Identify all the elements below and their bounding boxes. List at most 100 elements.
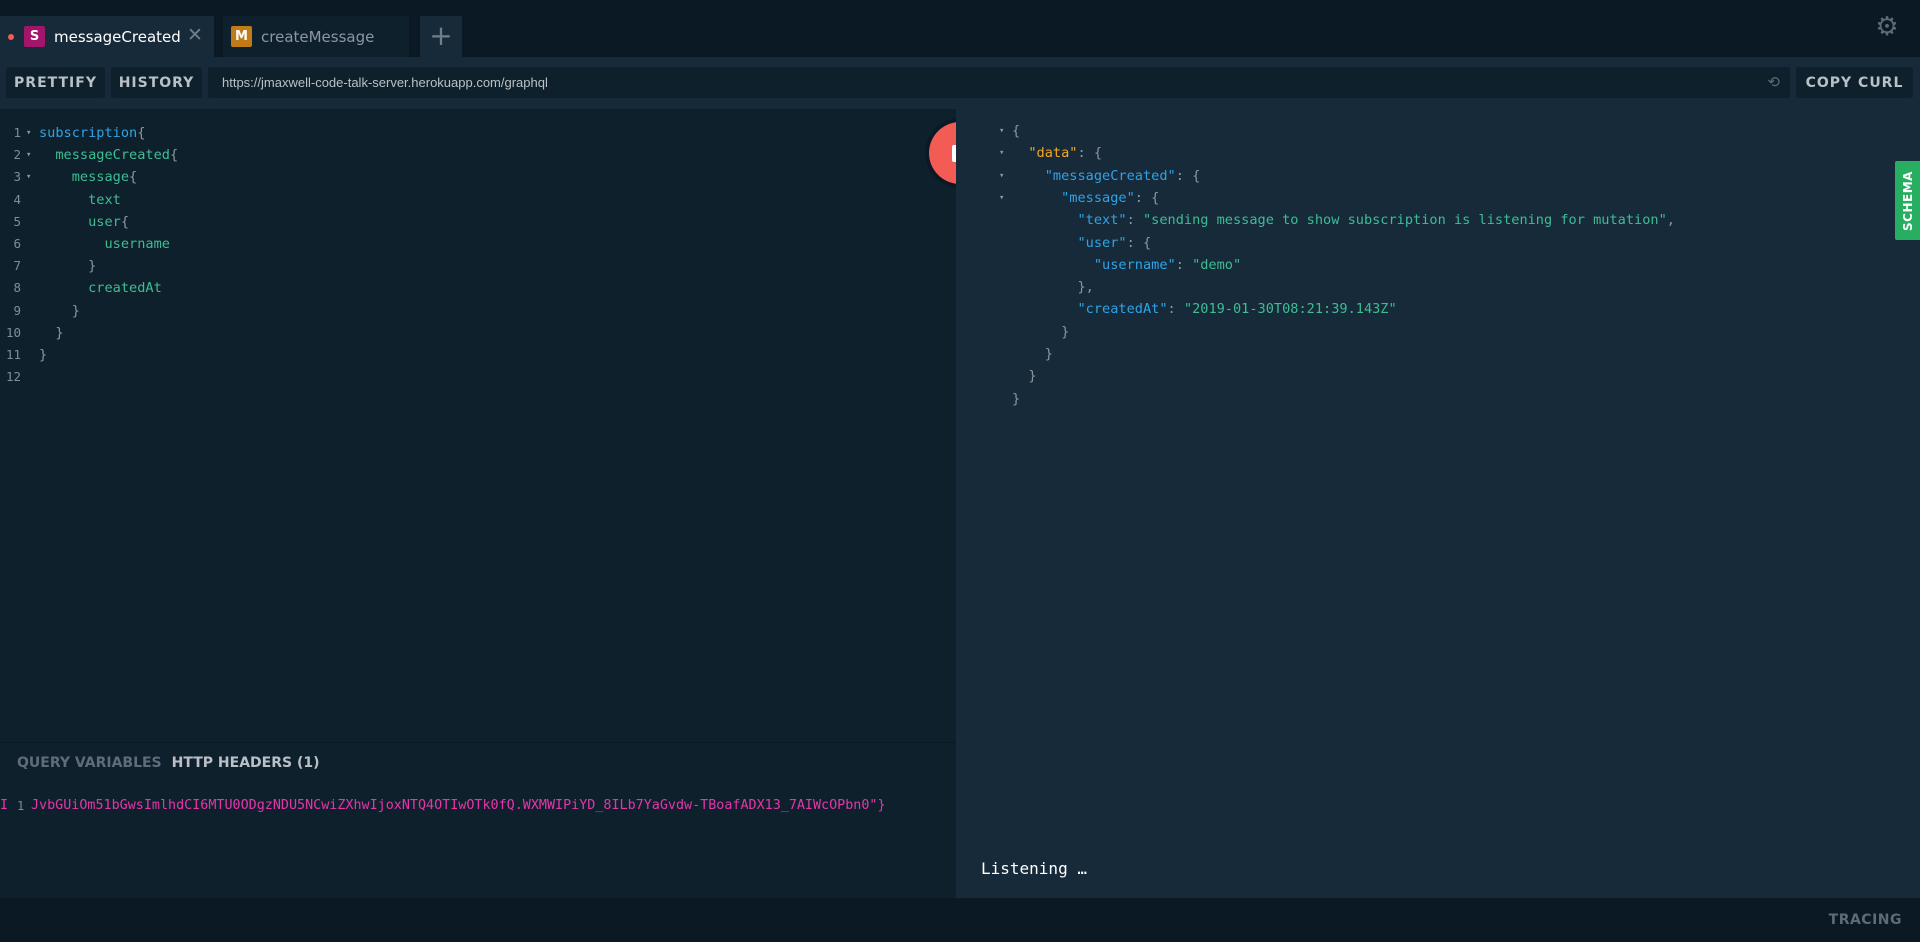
close-icon[interactable]: ✕ <box>184 24 206 46</box>
line-number: 10 <box>5 324 21 340</box>
json-text: { <box>1012 123 1021 139</box>
json-text: "user": { <box>1077 234 1152 251</box>
result-line: ▾ "message": { <box>956 187 1856 209</box>
code-text: } <box>71 302 80 319</box>
result-line: "user": { <box>956 232 1856 254</box>
json-text: } <box>1028 368 1037 385</box>
json-text: "username": "demo" <box>1093 256 1242 273</box>
subscription-status: Listening … <box>981 859 1087 878</box>
toolbar: PRETTIFY HISTORY ⟲ COPY CURL <box>0 57 1920 109</box>
editor-line: 5 user{ <box>0 211 956 233</box>
code-text: subscription{ <box>39 125 146 141</box>
editor-line: 8 createdAt <box>0 277 956 299</box>
code-text: messageCreated{ <box>55 147 179 164</box>
code-text: message{ <box>71 169 138 186</box>
tab-label: createMessage <box>261 27 375 46</box>
schema-tab[interactable]: SCHEMA <box>1895 161 1920 240</box>
editor-line: 10 } <box>0 322 956 344</box>
result-line: } <box>956 321 1856 343</box>
copy-curl-button[interactable]: COPY CURL <box>1796 67 1913 98</box>
footer: TRACING <box>0 898 1920 942</box>
tab-create-message[interactable]: M createMessage <box>223 16 409 57</box>
result-line: ▾ "data": { <box>956 142 1856 164</box>
json-text: "text": "sending message to show subscri… <box>1077 212 1675 229</box>
result-line: } <box>956 388 1856 410</box>
tracing-button[interactable]: TRACING <box>1829 912 1902 928</box>
editor-line: 7 } <box>0 255 956 277</box>
gear-icon[interactable]: ⚙ <box>1875 14 1899 40</box>
code-text: text <box>88 191 121 208</box>
fold-arrow-icon[interactable]: ▾ <box>26 166 31 188</box>
editor-line: 6 username <box>0 233 956 255</box>
variables-tabs: QUERY VARIABLES HTTP HEADERS (1) <box>17 755 320 771</box>
reload-schema-icon[interactable]: ⟲ <box>1767 73 1780 91</box>
json-text: } <box>1061 323 1070 340</box>
line-number: 2 <box>13 147 21 163</box>
line-number: 11 <box>5 347 21 362</box>
fold-arrow-icon[interactable]: ▾ <box>26 144 31 166</box>
tab-label: messageCreated <box>54 27 181 46</box>
editor-line: 12 <box>0 366 956 388</box>
result-line: "username": "demo" <box>956 254 1856 276</box>
result-line: ▾{ <box>956 120 1856 142</box>
result-line: }, <box>956 276 1856 298</box>
tab-bar: S messageCreated ✕ M createMessage + ⚙ <box>0 0 1920 57</box>
result-line: "text": "sending message to show subscri… <box>956 209 1856 231</box>
tab-message-created[interactable]: S messageCreated ✕ <box>0 16 214 57</box>
result-pane: ▾{▾ "data": {▾ "messageCreated": {▾ "mes… <box>956 109 1920 898</box>
line-number: 5 <box>13 213 21 229</box>
unsaved-indicator <box>8 33 14 40</box>
header-text-overflow: I <box>0 798 9 813</box>
line-number: 1 <box>17 799 25 813</box>
line-number: 3 <box>13 169 21 185</box>
prettify-button[interactable]: PRETTIFY <box>6 67 105 98</box>
fold-arrow-icon[interactable]: ▾ <box>999 120 1004 142</box>
editor-line: 4 text <box>0 189 956 211</box>
tab-query-variables[interactable]: QUERY VARIABLES <box>17 755 162 771</box>
result-line: ▾ "messageCreated": { <box>956 165 1856 187</box>
editor-line: 9 } <box>0 300 956 322</box>
line-number: 8 <box>13 280 21 296</box>
endpoint-url-input[interactable] <box>208 67 1758 98</box>
fold-arrow-icon[interactable]: ▾ <box>999 142 1004 164</box>
line-number: 12 <box>5 369 21 385</box>
json-text: "message": { <box>1061 189 1160 206</box>
json-text: }, <box>1077 279 1094 296</box>
fold-arrow-icon[interactable]: ▾ <box>999 187 1004 209</box>
header-content: JvbGUiOm51bGwsImlhdCI6MTU0ODgzNDU5NCwiZX… <box>31 798 886 813</box>
line-number: 4 <box>13 191 21 207</box>
code-text: } <box>39 347 48 363</box>
line-number: 6 <box>13 236 21 251</box>
line-number: 1 <box>13 125 21 140</box>
schema-label: SCHEMA <box>1900 170 1915 231</box>
code-text: createdAt <box>88 280 162 297</box>
json-text: } <box>1012 390 1021 407</box>
json-text: "createdAt": "2019-01-30T08:21:39.143Z" <box>1077 301 1397 318</box>
json-text: } <box>1044 346 1053 362</box>
tab-http-headers[interactable]: HTTP HEADERS (1) <box>172 755 320 771</box>
editor-line: 11} <box>0 344 956 366</box>
code-text: } <box>55 324 64 341</box>
result-line: "createdAt": "2019-01-30T08:21:39.143Z" <box>956 298 1856 320</box>
fold-arrow-icon[interactable]: ▾ <box>26 122 31 144</box>
http-headers-editor[interactable]: I 1 JvbGUiOm51bGwsImlhdCI6MTU0ODgzNDU5NC… <box>0 795 956 817</box>
subscription-badge: S <box>24 26 45 47</box>
code-text: username <box>104 236 170 252</box>
json-text: "messageCreated": { <box>1044 167 1201 184</box>
editor-line: 3 ▾ message{ <box>0 166 956 188</box>
result-line: } <box>956 365 1856 387</box>
line-number: 9 <box>13 302 21 318</box>
mutation-badge: M <box>231 26 252 47</box>
endpoint-url-field: ⟲ <box>208 67 1790 98</box>
variables-pane: QUERY VARIABLES HTTP HEADERS (1) I 1 Jvb… <box>0 742 956 898</box>
json-text: "data": { <box>1028 145 1103 162</box>
result-line: } <box>956 343 1856 365</box>
line-number: 7 <box>13 258 21 274</box>
history-button[interactable]: HISTORY <box>111 67 202 98</box>
editor-line: 2 ▾ messageCreated{ <box>0 144 956 166</box>
new-tab-button[interactable]: + <box>420 16 462 57</box>
fold-arrow-icon[interactable]: ▾ <box>999 165 1004 187</box>
query-editor[interactable]: 1 ▾ subscription{ 2 ▾ messageCreated{ 3 ▾ mess… <box>0 109 956 742</box>
code-text: } <box>88 258 97 275</box>
editor-line: 1 ▾ subscription{ <box>0 122 956 144</box>
